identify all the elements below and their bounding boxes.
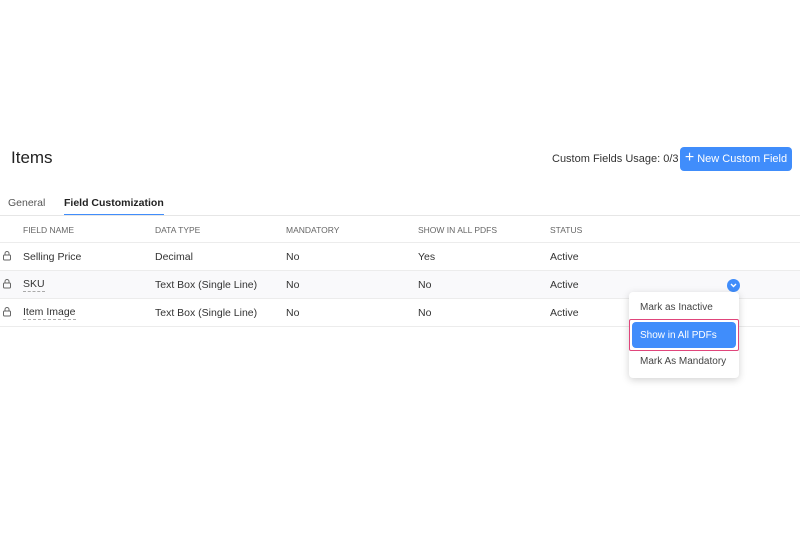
- custom-fields-usage: Custom Fields Usage: 0/3: [552, 153, 679, 165]
- page-title: Items: [11, 148, 53, 167]
- mandatory: No: [286, 306, 300, 319]
- chevron-down-icon[interactable]: [727, 279, 740, 292]
- menu-item-mark-mandatory[interactable]: Mark As Mandatory: [640, 356, 726, 367]
- plus-icon: +: [684, 149, 695, 166]
- menu-item-mark-inactive[interactable]: Mark as Inactive: [640, 302, 713, 313]
- new-custom-field-label: New Custom Field: [697, 153, 788, 165]
- row-actions-menu: Mark as Inactive Show in All PDFs Mark A…: [629, 292, 739, 378]
- status: Active: [550, 306, 579, 319]
- col-status: STATUS: [550, 224, 583, 235]
- lock-icon: [3, 278, 11, 291]
- show-in-pdfs: No: [418, 278, 432, 291]
- field-name[interactable]: SKU: [23, 278, 45, 292]
- tab-field-customization[interactable]: Field Customization: [64, 197, 164, 216]
- tab-general[interactable]: General: [8, 197, 45, 209]
- new-custom-field-button[interactable]: + New Custom Field: [680, 147, 792, 171]
- mandatory: No: [286, 278, 300, 291]
- show-in-pdfs: No: [418, 306, 432, 319]
- tabs-divider: [0, 215, 800, 216]
- col-show-in-pdfs: SHOW IN ALL PDFS: [418, 224, 498, 235]
- table-row[interactable]: Selling Price Decimal No Yes Active: [0, 243, 800, 271]
- col-field-name: FIELD NAME: [23, 224, 75, 235]
- col-data-type: DATA TYPE: [155, 224, 201, 235]
- lock-icon: [3, 306, 11, 319]
- menu-item-show-in-all-pdfs[interactable]: Show in All PDFs: [632, 322, 736, 348]
- data-type: Decimal: [155, 250, 193, 263]
- mandatory: No: [286, 250, 300, 263]
- col-mandatory: MANDATORY: [286, 224, 340, 235]
- show-in-pdfs: Yes: [418, 250, 436, 263]
- field-name: Selling Price: [23, 250, 82, 263]
- table-header: FIELD NAME DATA TYPE MANDATORY SHOW IN A…: [0, 217, 800, 243]
- highlight-outline: Show in All PDFs: [629, 319, 739, 351]
- status: Active: [550, 250, 579, 263]
- status: Active: [550, 278, 579, 291]
- data-type: Text Box (Single Line): [155, 306, 258, 319]
- field-name[interactable]: Item Image: [23, 306, 76, 320]
- data-type: Text Box (Single Line): [155, 278, 258, 291]
- lock-icon: [3, 250, 11, 263]
